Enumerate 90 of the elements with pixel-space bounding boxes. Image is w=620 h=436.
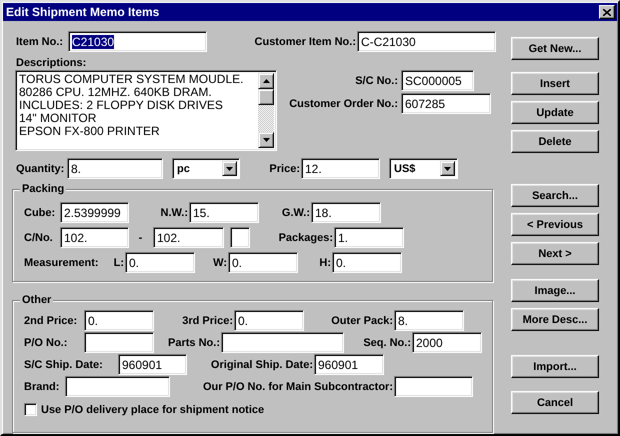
up-arrow-icon: [262, 79, 270, 83]
dropdown[interactable]: pc: [172, 158, 240, 179]
input-field[interactable]: 18.: [311, 202, 381, 223]
dialog-button[interactable]: Update: [511, 101, 599, 124]
scroll-thumb[interactable]: [258, 89, 274, 105]
field-value: C21030: [72, 34, 114, 48]
field-label: Brand:: [24, 380, 60, 392]
input-field[interactable]: 0.: [234, 310, 304, 331]
input-field[interactable]: 960901: [118, 354, 187, 375]
input-field[interactable]: 607285: [401, 93, 491, 114]
input-field[interactable]: [230, 227, 250, 248]
input-field[interactable]: 0.: [84, 310, 154, 331]
scrollbar[interactable]: [258, 73, 274, 148]
field-label: Outer Pack:: [331, 314, 393, 326]
close-icon: [603, 8, 611, 16]
scroll-up-button[interactable]: [258, 73, 274, 89]
down-arrow-icon: [226, 166, 233, 170]
field-label: Quantity:: [16, 162, 64, 174]
dropdown-button[interactable]: [440, 161, 455, 176]
description-line: INCLUDES: 2 FLOPPY DISK DRIVES: [19, 99, 224, 112]
field-label: Item No.:: [16, 36, 64, 48]
dialog-button[interactable]: Delete: [511, 130, 599, 153]
input-field[interactable]: 960901: [314, 354, 384, 375]
field-label: Price:: [269, 162, 300, 174]
input-field[interactable]: 1.: [334, 227, 404, 248]
dropdown[interactable]: US$: [389, 158, 458, 179]
field-label: Seq. No.:: [363, 336, 411, 348]
field-value: C-C21030: [361, 34, 416, 48]
dialog-button[interactable]: Image...: [511, 279, 599, 302]
input-field[interactable]: 102.: [153, 227, 224, 248]
field-label: N.W.:: [160, 206, 188, 218]
dialog-button[interactable]: < Previous: [511, 213, 599, 236]
scroll-down-button[interactable]: [258, 132, 274, 148]
field-label: 3rd Price:: [182, 314, 233, 326]
close-button[interactable]: [599, 5, 615, 19]
checkbox-label: Use P/O delivery place for shipment notice: [41, 404, 264, 416]
input-field[interactable]: 8.: [67, 158, 163, 179]
field-label: C/No.: [24, 232, 53, 244]
input-field[interactable]: 15.: [189, 202, 259, 223]
input-field[interactable]: 0.: [332, 252, 402, 273]
checkbox[interactable]: [24, 403, 37, 416]
input-field[interactable]: 2.5399999: [60, 202, 129, 223]
field-label: Customer Item No.:: [254, 36, 356, 48]
dialog-button[interactable]: More Desc...: [511, 308, 599, 331]
field-label: Our P/O No. for Main Subcontractor:: [202, 380, 393, 392]
field-label: G.W.:: [282, 206, 310, 218]
input-field[interactable]: [221, 332, 344, 353]
field-label: S/C No.:: [355, 74, 398, 86]
description-line: EPSON FX-800 PRINTER: [19, 125, 161, 138]
field-label: Customer Order No.:: [289, 98, 398, 110]
dialog-button[interactable]: Import...: [511, 355, 599, 378]
field-label: 2nd Price:: [24, 314, 78, 326]
input-field[interactable]: SC000005: [401, 70, 474, 91]
description-line: TORUS COMPUTER SYSTEM MOUDLE.: [19, 73, 244, 86]
window-title: Edit Shipment Memo Items: [6, 5, 160, 19]
input-field[interactable]: C-C21030: [357, 31, 496, 52]
input-field[interactable]: [65, 376, 170, 397]
description-line: 14" MONITOR: [19, 112, 98, 125]
field-label: Parts No.:: [168, 336, 220, 348]
field-label: Original Ship. Date:: [210, 358, 313, 370]
down-arrow-icon: [444, 166, 451, 170]
field-label: Descriptions:: [16, 56, 86, 68]
dialog-button[interactable]: Search...: [511, 184, 599, 207]
dialog-button[interactable]: Insert: [511, 72, 599, 95]
range-separator: -: [138, 232, 142, 244]
dialog-button[interactable]: Cancel: [511, 391, 599, 414]
field-label: H:: [319, 256, 331, 268]
input-field[interactable]: [394, 376, 473, 397]
dialog-button[interactable]: Get New...: [511, 37, 599, 60]
field-label: Cube:: [24, 206, 56, 218]
input-field[interactable]: 0.: [228, 252, 298, 273]
field-label: Measurement:: [24, 256, 99, 268]
down-arrow-icon: [262, 138, 270, 142]
input-field[interactable]: 0.: [125, 252, 195, 273]
description-line: 80286 CPU. 12MHZ. 640KB DRAM.: [19, 86, 213, 99]
input-field[interactable]: C21030: [68, 31, 207, 52]
group-title: Packing: [20, 182, 66, 196]
field-label: P/O No.:: [24, 336, 68, 348]
dropdown-button[interactable]: [222, 161, 237, 176]
dialog-button[interactable]: Next >: [511, 242, 599, 265]
input-field[interactable]: 12.: [301, 158, 380, 179]
field-label: S/C Ship. Date:: [24, 358, 103, 370]
field-label: W:: [213, 256, 227, 268]
input-field[interactable]: [84, 332, 154, 353]
field-label: Packages:: [278, 232, 333, 244]
input-field[interactable]: 102.: [60, 227, 129, 248]
description-field[interactable]: TORUS COMPUTER SYSTEM MOUDLE. 80286 CPU. 12MHZ. 640KB DRAM. INCLUDES: 2 FLOPPY DISK DRIVES 14" MONITOR EPSON FX-800 PRINTER: [15, 70, 277, 151]
input-field[interactable]: 2000: [412, 332, 482, 353]
input-field[interactable]: 8.: [394, 310, 464, 331]
field-label: L:: [114, 256, 124, 268]
